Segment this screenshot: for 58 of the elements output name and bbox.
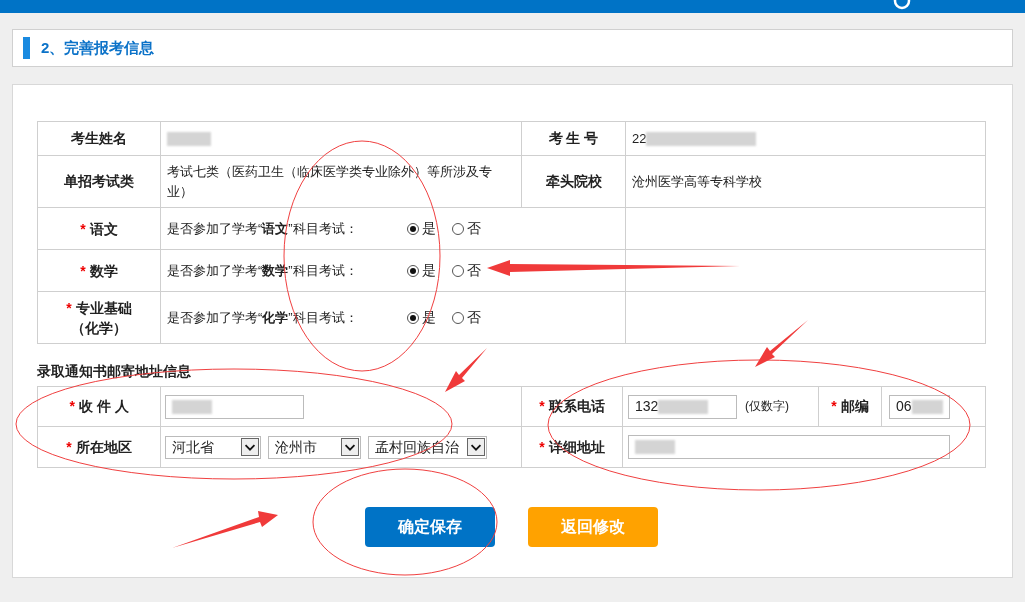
redaction-blur: [172, 399, 212, 414]
input-field[interactable]: [628, 435, 950, 459]
radio-button[interactable]: [407, 264, 419, 277]
question-text: 是否参加了学考“数学”科目考试：: [167, 261, 359, 280]
option-label: 是: [422, 308, 436, 327]
option-label: 是: [422, 219, 436, 238]
option-label: 否: [467, 261, 481, 280]
required-mark: *: [831, 398, 837, 414]
field-label: 所在地区: [75, 438, 132, 455]
radio-button[interactable]: [407, 222, 419, 235]
chevron-icon: [341, 438, 359, 456]
field-label: 语文: [89, 220, 118, 237]
field-label: 考 生 号: [548, 130, 599, 146]
field-value: 沧州医学高等专科学校: [632, 173, 762, 189]
required-mark: *: [69, 398, 75, 414]
input-field[interactable]: 132: [628, 394, 737, 419]
section-title: 2、完善报考信息: [41, 37, 155, 58]
option-label: 否: [467, 219, 481, 238]
question-text: 是否参加了学考“化学”科目考试：: [167, 308, 359, 327]
field-label: 详细地址: [548, 438, 605, 455]
field-label: 数学: [89, 262, 118, 279]
dropdown[interactable]: 河北省: [165, 435, 261, 459]
redaction-blur: [911, 399, 943, 414]
field-label: 邮编: [840, 398, 869, 414]
required-mark: *: [66, 438, 72, 455]
option-label: 否: [467, 308, 481, 327]
radio-button[interactable]: [407, 311, 419, 324]
accent-bar: [23, 37, 30, 59]
field-label: 单招考试类: [64, 173, 134, 189]
hint-text: (仅数字): [745, 398, 789, 413]
question-text: 是否参加了学考“语文”科目考试：: [167, 219, 359, 238]
save-button[interactable]: 确定保存: [365, 507, 495, 547]
field-label: 考生姓名: [71, 130, 127, 146]
field-label: 收 件 人: [78, 398, 129, 414]
field-label: 专业基础（化学）: [71, 299, 132, 336]
radio-button[interactable]: [452, 222, 464, 235]
redaction-blur: [635, 440, 675, 454]
option-label: 是: [422, 261, 436, 280]
required-mark: *: [66, 299, 72, 316]
required-mark: *: [539, 398, 545, 414]
chevron-icon: [241, 438, 259, 456]
dropdown[interactable]: 沧州市: [268, 435, 361, 459]
redaction-blur: [658, 399, 709, 414]
redaction-blur: [167, 132, 211, 147]
required-mark: *: [80, 220, 86, 237]
chevron-icon: [467, 438, 485, 456]
annotation-arrow: [445, 348, 487, 392]
field-label: 牵头院校: [545, 173, 602, 189]
field-label: 联系电话: [548, 398, 605, 414]
field-value: 考试七类（医药卫生（临床医学类专业除外）等所涉及专业）: [167, 163, 492, 199]
input-field[interactable]: [165, 394, 304, 419]
input-field[interactable]: 06: [889, 394, 950, 419]
radio-button[interactable]: [452, 311, 464, 324]
required-mark: *: [80, 262, 86, 279]
field-value: 22: [632, 130, 647, 146]
required-mark: *: [539, 438, 545, 455]
dropdown[interactable]: 孟村回族自治: [368, 435, 487, 459]
radio-button[interactable]: [452, 264, 464, 277]
